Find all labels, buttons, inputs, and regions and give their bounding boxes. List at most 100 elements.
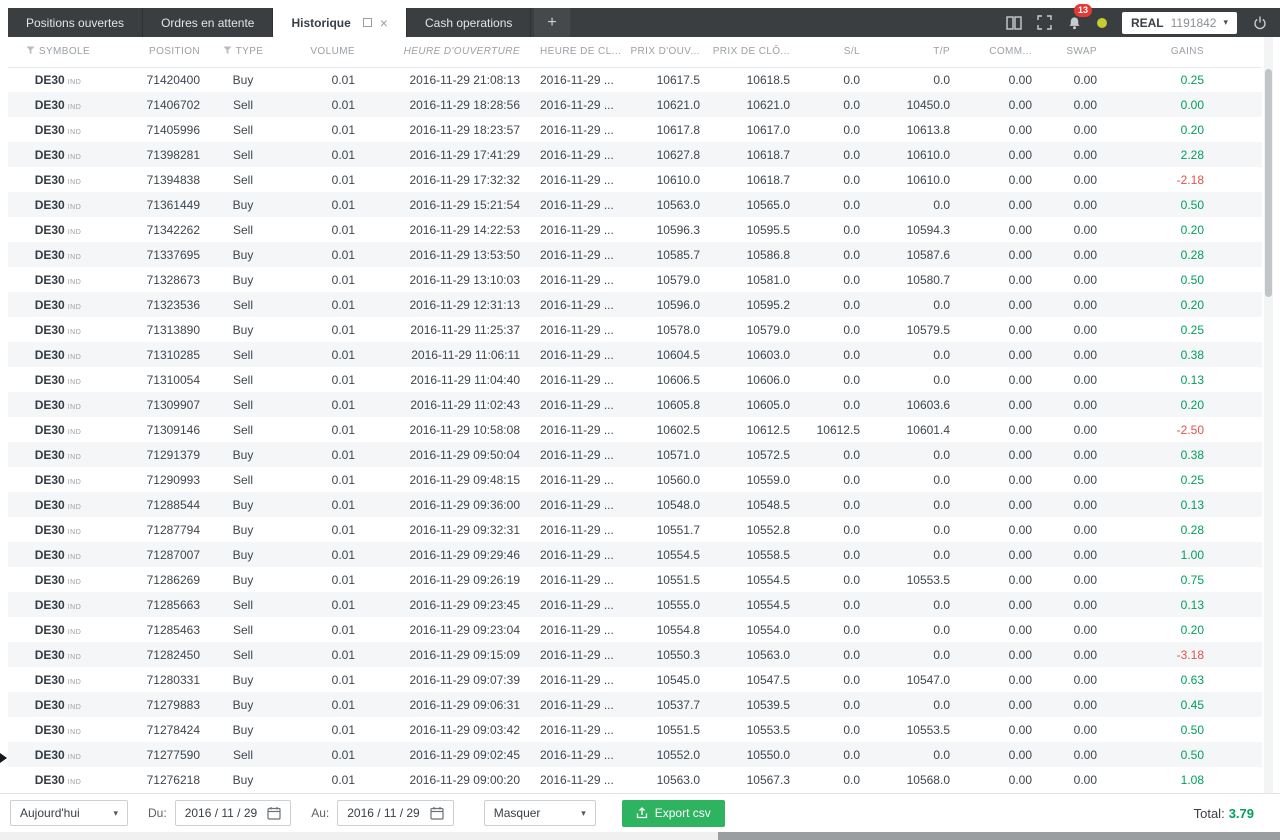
from-date-input[interactable]: 2016 / 11 / 29 bbox=[174, 800, 292, 826]
filter-funnel-icon[interactable] bbox=[223, 46, 232, 55]
column-label: VOLUME bbox=[310, 46, 355, 58]
cell-tp: 10587.6 bbox=[906, 247, 950, 262]
history-row[interactable]: DE30 IND 71310285 Sell 0.01 2016-11-29 11:06:… bbox=[8, 342, 1262, 367]
cell-swap: 0.00 bbox=[1073, 397, 1097, 412]
cell-tp: 0.0 bbox=[933, 597, 950, 612]
history-row[interactable]: DE30 IND 71290993 Sell 0.01 2016-11-29 09:48:… bbox=[8, 467, 1262, 492]
cell-close_time: 2016-11-29 ... bbox=[540, 572, 614, 587]
column-header-close_price[interactable]: PRIX DE CLÔ... bbox=[708, 37, 798, 68]
cell-close_price: 10605.0 bbox=[746, 397, 790, 412]
history-row[interactable]: DE30 IND 71310054 Sell 0.01 2016-11-29 11:04:… bbox=[8, 367, 1262, 392]
cell-gains: 0.28 bbox=[1180, 247, 1204, 262]
tab-positions-ouvertes[interactable]: Positions ouvertes bbox=[8, 8, 144, 37]
cell-sl: 0.0 bbox=[843, 122, 860, 137]
undock-tab-icon[interactable] bbox=[362, 18, 372, 27]
cell-symbol: DE30 IND bbox=[8, 567, 108, 592]
column-header-position[interactable]: POSITION bbox=[108, 37, 208, 68]
column-header-open_price[interactable]: PRIX D'OUV... bbox=[628, 37, 708, 68]
add-tab-button[interactable]: + bbox=[534, 8, 570, 37]
history-row[interactable]: DE30 IND 71361449 Buy 0.01 2016-11-29 15:21:5… bbox=[8, 192, 1262, 217]
layout-panels-icon[interactable] bbox=[1006, 15, 1022, 30]
cell-swap: 0.00 bbox=[1073, 297, 1097, 312]
vertical-scrollbar-thumb[interactable] bbox=[1265, 69, 1272, 297]
history-row[interactable]: DE30 IND 71287794 Buy 0.01 2016-11-29 09:32:3… bbox=[8, 517, 1262, 542]
period-select[interactable]: Aujourd'hui ▾ bbox=[10, 800, 128, 826]
history-row[interactable]: DE30 IND 71286269 Buy 0.01 2016-11-29 09:26:1… bbox=[8, 567, 1262, 592]
tab-historique[interactable]: Historique × bbox=[273, 8, 407, 37]
cell-position: 71285663 bbox=[146, 597, 200, 612]
history-row[interactable]: DE30 IND 71309907 Sell 0.01 2016-11-29 11:02:… bbox=[8, 392, 1262, 417]
cell-open_price: 10596.0 bbox=[656, 297, 700, 312]
history-row[interactable]: DE30 IND 71398281 Sell 0.01 2016-11-29 17:41:… bbox=[8, 142, 1262, 167]
history-row[interactable]: DE30 IND 71328673 Buy 0.01 2016-11-29 13:10:0… bbox=[8, 267, 1262, 292]
history-row[interactable]: DE30 IND 71291379 Buy 0.01 2016-11-29 09:50:0… bbox=[8, 442, 1262, 467]
tab-ordres-en-attente[interactable]: Ordres en attente bbox=[143, 8, 274, 37]
column-header-open_time[interactable]: HEURE D'OUVERTURE bbox=[363, 37, 528, 68]
horizontal-scrollbar[interactable] bbox=[0, 832, 1280, 840]
column-label: TYPE bbox=[235, 46, 264, 58]
symbol-text: DE30 bbox=[34, 647, 65, 662]
cell-sl: 0.0 bbox=[843, 497, 860, 512]
history-row[interactable]: DE30 IND 71280331 Buy 0.01 2016-11-29 09:07:3… bbox=[8, 667, 1262, 692]
vertical-scrollbar[interactable] bbox=[1264, 37, 1273, 793]
history-row[interactable]: DE30 IND 71285663 Sell 0.01 2016-11-29 09:23:… bbox=[8, 592, 1262, 617]
column-header-type[interactable]: TYPE bbox=[208, 37, 278, 68]
notifications-bell-icon[interactable]: 13 bbox=[1067, 3, 1092, 31]
cell-close_price: 10595.2 bbox=[746, 297, 790, 312]
history-row[interactable]: DE30 IND 71277590 Sell 0.01 2016-11-29 09:02:… bbox=[8, 742, 1262, 767]
filter-funnel-icon[interactable] bbox=[26, 46, 35, 55]
column-header-comm[interactable]: COMM... bbox=[958, 37, 1038, 68]
cell-open_time: 2016-11-29 17:32:32 bbox=[409, 172, 520, 187]
cell-comm: 0.00 bbox=[1008, 697, 1032, 712]
cell-gains: 0.20 bbox=[1180, 222, 1204, 237]
calendar-icon[interactable] bbox=[267, 806, 281, 820]
cell-open_time: 2016-11-29 14:22:53 bbox=[409, 222, 520, 237]
fullscreen-icon[interactable] bbox=[1037, 15, 1052, 30]
cell-open_price: 10554.8 bbox=[656, 622, 700, 637]
cell-open_time: 2016-11-29 09:03:42 bbox=[409, 722, 520, 737]
cell-comm: 0.00 bbox=[1008, 197, 1032, 212]
history-row[interactable]: DE30 IND 71405996 Sell 0.01 2016-11-29 18:23:… bbox=[8, 117, 1262, 142]
export-csv-button[interactable]: Export csv bbox=[621, 799, 725, 827]
cell-type: Buy bbox=[232, 322, 254, 337]
history-row[interactable]: DE30 IND 71337695 Buy 0.01 2016-11-29 13:53:5… bbox=[8, 242, 1262, 267]
cell-sl: 0.0 bbox=[843, 447, 860, 462]
to-date-input[interactable]: 2016 / 11 / 29 bbox=[337, 800, 454, 826]
cell-open_time: 2016-11-29 18:28:56 bbox=[409, 97, 520, 112]
filter-select[interactable]: Masquer ▾ bbox=[483, 800, 596, 826]
history-row[interactable]: DE30 IND 71313890 Buy 0.01 2016-11-29 11:25:3… bbox=[8, 317, 1262, 342]
history-row[interactable]: DE30 IND 71285463 Sell 0.01 2016-11-29 09:23:… bbox=[8, 617, 1262, 642]
history-row[interactable]: DE30 IND 71309146 Sell 0.01 2016-11-29 10:58:… bbox=[8, 417, 1262, 442]
close-tab-icon[interactable]: × bbox=[380, 16, 388, 30]
cell-symbol: DE30 IND bbox=[8, 392, 108, 417]
power-logout-icon[interactable] bbox=[1252, 15, 1268, 31]
cell-symbol: DE30 IND bbox=[8, 242, 108, 267]
history-row[interactable]: DE30 IND 71342262 Sell 0.01 2016-11-29 14:22:… bbox=[8, 217, 1262, 242]
account-selector[interactable]: REAL 1191842 ▾ bbox=[1121, 11, 1237, 34]
column-header-gains[interactable]: GAINS bbox=[1103, 37, 1262, 68]
cell-volume: 0.01 bbox=[331, 422, 355, 437]
column-header-swap[interactable]: SWAP bbox=[1038, 37, 1103, 68]
horizontal-scrollbar-thumb[interactable] bbox=[718, 832, 1280, 840]
history-row[interactable]: DE30 IND 71276218 Buy 0.01 2016-11-29 09:00:2… bbox=[8, 767, 1262, 792]
history-row[interactable]: DE30 IND 71394838 Sell 0.01 2016-11-29 17:32:… bbox=[8, 167, 1262, 192]
column-header-tp[interactable]: T/P bbox=[868, 37, 958, 68]
history-row[interactable]: DE30 IND 71278424 Buy 0.01 2016-11-29 09:03:4… bbox=[8, 717, 1262, 742]
history-row[interactable]: DE30 IND 71420400 Buy 0.01 2016-11-29 21:08:1… bbox=[8, 67, 1262, 92]
cell-open_price: 10617.5 bbox=[656, 72, 700, 87]
history-row[interactable]: DE30 IND 71288544 Buy 0.01 2016-11-29 09:36:0… bbox=[8, 492, 1262, 517]
column-header-sl[interactable]: S/L bbox=[798, 37, 868, 68]
calendar-icon[interactable] bbox=[430, 806, 444, 820]
history-row[interactable]: DE30 IND 71279883 Buy 0.01 2016-11-29 09:06:3… bbox=[8, 692, 1262, 717]
column-header-volume[interactable]: VOLUME bbox=[278, 37, 363, 68]
column-header-close_time[interactable]: HEURE DE CL... bbox=[528, 37, 628, 68]
cell-sl: 0.0 bbox=[843, 622, 860, 637]
history-row[interactable]: DE30 IND 71323536 Sell 0.01 2016-11-29 12:31:… bbox=[8, 292, 1262, 317]
cell-close_time: 2016-11-29 ... bbox=[540, 472, 614, 487]
history-row[interactable]: DE30 IND 71282450 Sell 0.01 2016-11-29 09:15:… bbox=[8, 642, 1262, 667]
column-header-symbol[interactable]: SYMBOLE bbox=[8, 37, 108, 68]
history-row[interactable]: DE30 IND 71287007 Buy 0.01 2016-11-29 09:29:4… bbox=[8, 542, 1262, 567]
history-row[interactable]: DE30 IND 71406702 Sell 0.01 2016-11-29 18:28:… bbox=[8, 92, 1262, 117]
tab-cash-operations[interactable]: Cash operations bbox=[407, 8, 532, 37]
cell-sl: 0.0 bbox=[843, 247, 860, 262]
